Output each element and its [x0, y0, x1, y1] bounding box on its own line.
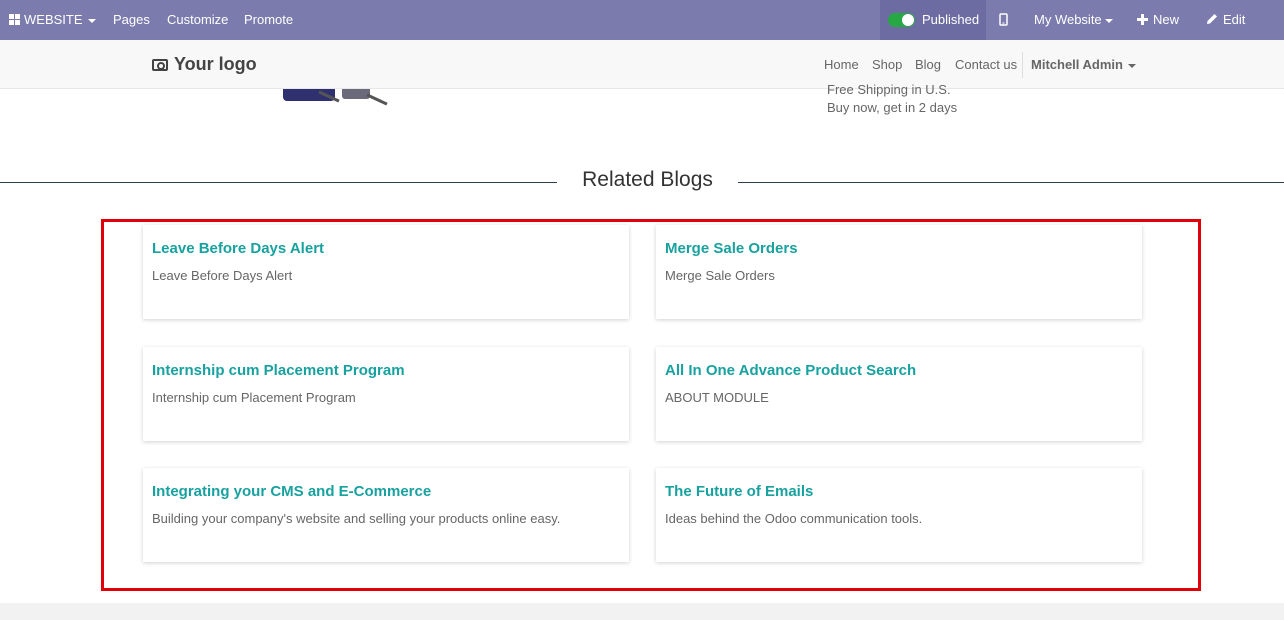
edit-label: Edit — [1223, 12, 1246, 27]
blog-card-title[interactable]: Internship cum Placement Program — [152, 362, 405, 379]
my-website-menu[interactable]: My Website — [1034, 0, 1113, 40]
site-logo[interactable]: Your logo — [152, 54, 257, 75]
blog-card[interactable]: Integrating your CMS and E-Commerce Buil… — [143, 468, 629, 562]
mobile-preview-button[interactable] — [999, 0, 1008, 40]
blog-card-title[interactable]: Integrating your CMS and E-Commerce — [152, 483, 431, 500]
blog-card[interactable]: The Future of Emails Ideas behind the Od… — [656, 468, 1142, 562]
camera-icon — [152, 59, 168, 71]
product-image-fragment — [366, 93, 388, 106]
related-blogs-heading: Related Blogs — [582, 168, 713, 191]
mobile-icon — [999, 13, 1008, 26]
blog-card[interactable]: All In One Advance Product Search ABOUT … — [656, 347, 1142, 441]
blog-card-description: Ideas behind the Odoo communication tool… — [665, 511, 923, 526]
chevron-down-icon — [1104, 18, 1113, 23]
published-toggle[interactable]: Published — [880, 0, 986, 40]
new-button[interactable]: New — [1137, 0, 1179, 40]
footer-strip — [0, 603, 1284, 620]
customize-menu[interactable]: Customize — [167, 0, 228, 40]
nav-blog[interactable]: Blog — [915, 57, 941, 72]
blog-card-description: Internship cum Placement Program — [152, 390, 356, 405]
user-name: Mitchell Admin — [1031, 57, 1123, 72]
pencil-icon — [1207, 14, 1217, 24]
blog-card-description: ABOUT MODULE — [665, 390, 769, 405]
product-image-fragment — [342, 89, 370, 99]
chevron-down-icon — [87, 18, 96, 23]
blog-card-title[interactable]: All In One Advance Product Search — [665, 362, 916, 379]
blog-card-title[interactable]: Merge Sale Orders — [665, 240, 798, 257]
blog-card[interactable]: Internship cum Placement Program Interns… — [143, 347, 629, 441]
blog-card-description: Leave Before Days Alert — [152, 268, 293, 283]
heading-rule-right — [738, 182, 1284, 183]
pages-menu[interactable]: Pages — [113, 0, 150, 40]
website-menu-label: WEBSITE — [24, 12, 83, 27]
nav-home[interactable]: Home — [824, 57, 859, 72]
blog-card-description: Building your company's website and sell… — [152, 511, 561, 526]
website-menu[interactable]: WEBSITE — [9, 0, 96, 40]
blog-card-description: Merge Sale Orders — [665, 268, 775, 283]
blog-card[interactable]: Leave Before Days Alert Leave Before Day… — [143, 225, 629, 319]
promote-menu[interactable]: Promote — [244, 0, 293, 40]
user-menu[interactable]: Mitchell Admin — [1031, 57, 1136, 72]
delivery-text: Buy now, get in 2 days — [827, 100, 958, 115]
blog-card-title[interactable]: The Future of Emails — [665, 483, 813, 500]
blog-card[interactable]: Merge Sale Orders Merge Sale Orders — [656, 225, 1142, 319]
published-label: Published — [922, 12, 980, 27]
site-navbar: Your logo Home Shop Blog Contact us Mitc… — [0, 40, 1284, 89]
toggle-switch[interactable] — [888, 13, 915, 27]
nav-divider — [1022, 52, 1023, 78]
logo-text: Your logo — [174, 54, 257, 74]
apps-grid-icon — [9, 14, 20, 25]
website-admin-bar: WEBSITE Pages Customize Promote Publishe… — [0, 0, 1284, 40]
chevron-down-icon — [1127, 63, 1136, 68]
my-website-label: My Website — [1034, 12, 1102, 27]
shipping-text: Free Shipping in U.S. — [827, 82, 951, 97]
blog-card-title[interactable]: Leave Before Days Alert — [152, 240, 324, 257]
new-label: New — [1153, 12, 1180, 27]
nav-contact-us[interactable]: Contact us — [955, 57, 1017, 72]
edit-button[interactable]: Edit — [1206, 0, 1245, 40]
plus-icon — [1137, 14, 1148, 25]
nav-shop[interactable]: Shop — [872, 57, 902, 72]
heading-rule-left — [0, 182, 557, 183]
